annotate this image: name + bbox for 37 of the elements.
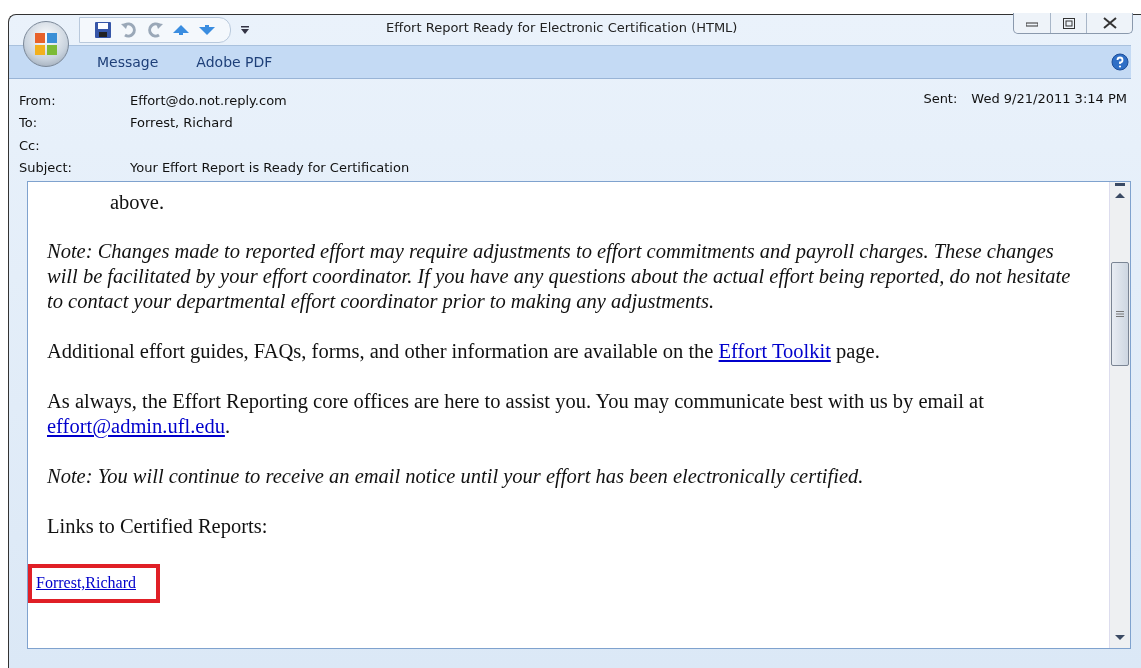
field-label: From: [19, 92, 57, 108]
ribbon-tab[interactable]: Message [97, 54, 159, 70]
ribbon-tab[interactable]: Adobe PDF [196, 54, 273, 70]
paragraph: Additional effort guides, FAQs, forms, and other information are available on the Effort Toolkit page. [47, 339, 881, 364]
undo-icon[interactable] [120, 21, 138, 39]
link[interactable]: effort@admin.ufl.edu [47, 415, 225, 437]
restore-icon [1062, 17, 1075, 29]
paragraph: As always, the Effort Reporting core offices are here to assist you. You may communicate best with us by email at effort@admin.ufl.edu. [47, 389, 985, 439]
scroll-thumb[interactable] [1111, 262, 1129, 366]
field-value: Forrest, Richard [130, 115, 233, 131]
down-arrow-icon[interactable] [198, 23, 216, 37]
save-icon[interactable] [94, 21, 112, 39]
link[interactable]: Effort Toolkit [718, 340, 831, 362]
link[interactable]: Forrest,Richard [36, 574, 136, 591]
help-icon[interactable] [1111, 53, 1129, 71]
note-paragraph: Note: Changes made to reported effort may require adjustments to effort commitments and payroll charges. These changes will be facilitated by your effort coordinator. If you have any questions about the actual effort being reported, do not hesitate to contact your departmental effort coordinator prior to making any adjustments. [47, 239, 1072, 314]
office-button[interactable] [23, 21, 69, 67]
scroll-down-icon[interactable] [1114, 634, 1126, 642]
paragraph: above. [109, 190, 166, 215]
minimize-icon [1026, 19, 1038, 27]
field-label: Sent: [923, 91, 958, 106]
scrollbar[interactable] [1109, 182, 1130, 648]
note-paragraph: Note: You will continue to receive an email notice until your effort has been electronically certified. [47, 464, 865, 489]
customize-menu-icon[interactable] [241, 25, 249, 35]
field-label: Subject: [19, 160, 73, 176]
field-value: Wed 9/21/2011 3:14 PM [971, 91, 1127, 106]
up-arrow-icon[interactable] [172, 23, 190, 37]
paragraph: Links to Certified Reports: [47, 514, 269, 539]
grip-icon [1116, 311, 1124, 317]
close-icon [1102, 17, 1117, 29]
window-title: Effort Report Ready for Electronic Certification (HTML) [386, 20, 738, 35]
field-label: Cc: [19, 137, 41, 153]
field-value: Your Effort Report is Ready for Certification [130, 160, 410, 176]
field-value: Effort@do.not.reply.com [130, 92, 287, 108]
redo-icon[interactable] [146, 21, 164, 39]
field-label: To: [19, 115, 39, 131]
office-logo-icon [33, 31, 59, 57]
